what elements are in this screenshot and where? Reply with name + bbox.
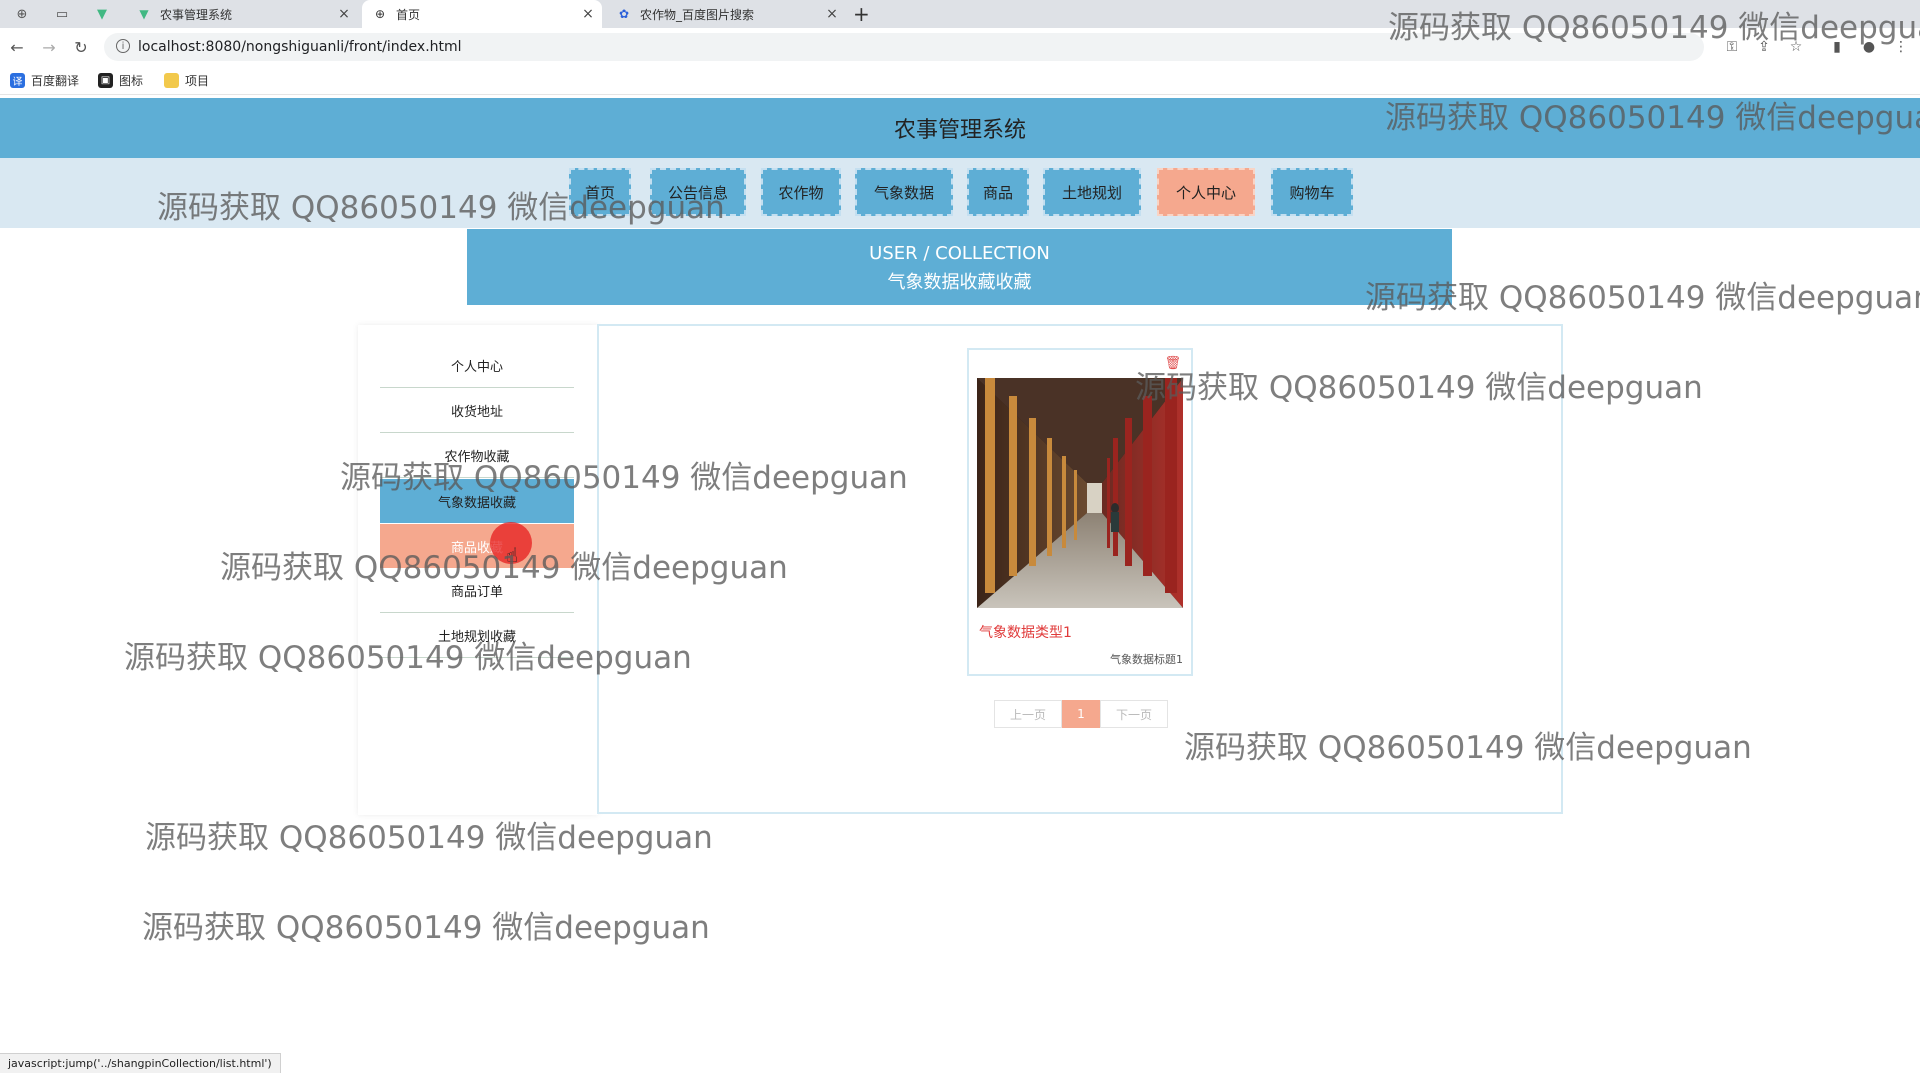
site-title: 农事管理系统 xyxy=(893,118,1026,143)
user-sidebar: 个人中心 收货地址 农作物收藏 气象数据收藏 商品收藏 商品订单 土地规划收藏 xyxy=(358,325,598,815)
vue-logo-icon: ▼ xyxy=(139,7,149,21)
tab-nongshi-system[interactable]: ▼ 农事管理系统 × xyxy=(126,0,358,28)
tab-home[interactable]: ⊕ 首页 × xyxy=(362,0,602,28)
corridor-photo-art xyxy=(977,378,1183,608)
address-bar-row: ← → ↻ i localhost:8080/nongshiguanli/fro… xyxy=(0,28,1920,66)
site-header: 农事管理系统 xyxy=(0,98,1920,158)
url-text: localhost:8080/nongshiguanli/front/index… xyxy=(138,39,462,55)
sidebar-item-crop-collection[interactable]: 农作物收藏 xyxy=(380,434,574,478)
card-title[interactable]: 气象数据类型1 xyxy=(979,622,1072,642)
menu-dots-icon[interactable]: ⋮ xyxy=(1891,37,1911,57)
link-status-bar: javascript:jump('../shangpinCollection/l… xyxy=(0,1053,281,1073)
nav-goods[interactable]: 商品 xyxy=(967,168,1029,216)
sidebar-item-personal-center[interactable]: 个人中心 xyxy=(380,344,574,388)
bookmark-icons[interactable]: ▣ 图标 xyxy=(98,72,143,89)
tab-baidu-images[interactable]: ✿ 农作物_百度图片搜索 × xyxy=(606,0,846,28)
prev-page-button[interactable]: 上一页 xyxy=(994,700,1062,728)
baidu-paw-icon: ✿ xyxy=(618,7,630,21)
forward-arrow-icon[interactable]: → xyxy=(38,36,60,58)
trash-icon[interactable]: 🗑 xyxy=(1164,356,1181,371)
close-icon[interactable]: × xyxy=(824,6,840,22)
url-field[interactable]: i localhost:8080/nongshiguanli/front/ind… xyxy=(104,33,1704,61)
key-icon[interactable]: ⚿ xyxy=(1722,37,1742,57)
sidebar-item-weather-collection[interactable]: 气象数据收藏 xyxy=(380,479,574,523)
next-page-button[interactable]: 下一页 xyxy=(1100,700,1168,728)
globe-icon[interactable]: ⊕ xyxy=(12,4,32,24)
page-banner: USER / COLLECTION 气象数据收藏收藏 xyxy=(467,229,1452,305)
close-icon[interactable]: × xyxy=(336,6,352,22)
nav-land-planning[interactable]: 土地规划 xyxy=(1043,168,1141,216)
image-icon: ▣ xyxy=(98,73,113,88)
pagination: 上一页 1 下一页 xyxy=(994,700,1168,728)
close-icon[interactable]: × xyxy=(580,6,596,22)
nav-crops[interactable]: 农作物 xyxy=(761,168,841,216)
nav-personal-center[interactable]: 个人中心 xyxy=(1157,168,1255,216)
banner-en-title: USER / COLLECTION xyxy=(869,243,1050,264)
sidebar-item-goods-collection[interactable]: 商品收藏 xyxy=(380,524,574,568)
sidebar-panel-icon[interactable]: ▮ xyxy=(1827,37,1847,57)
watermark: 源码获取 QQ86050149 微信deepguan xyxy=(145,820,713,856)
corridor-photo[interactable] xyxy=(977,378,1183,608)
vue-logo-icon[interactable]: ▼ xyxy=(92,4,112,24)
sidebar-item-address[interactable]: 收货地址 xyxy=(380,389,574,433)
main-nav: 首页 公告信息 农作物 气象数据 商品 土地规划 个人中心 购物车 xyxy=(0,158,1920,228)
new-tab-button[interactable]: + xyxy=(853,2,870,26)
profile-icon[interactable]: ● xyxy=(1859,37,1879,57)
translate-icon: 译 xyxy=(10,73,25,88)
nav-weather-data[interactable]: 气象数据 xyxy=(855,168,953,216)
sidebar-item-land-collection[interactable]: 土地规划收藏 xyxy=(380,614,574,658)
nav-announcements[interactable]: 公告信息 xyxy=(650,168,746,216)
site-info-icon[interactable]: i xyxy=(116,39,130,53)
current-page[interactable]: 1 xyxy=(1062,700,1100,728)
bookmark-project[interactable]: 项目 xyxy=(164,72,209,89)
globe-icon: ⊕ xyxy=(374,7,386,21)
folder-icon xyxy=(164,73,179,88)
bookmarks-bar: 译 百度翻译 ▣ 图标 项目 xyxy=(0,66,1920,95)
back-arrow-icon[interactable]: ← xyxy=(6,36,28,58)
reload-icon[interactable]: ↻ xyxy=(70,36,92,58)
collection-card[interactable]: 🗑 气象数据类型1 气象数据标题1 xyxy=(967,348,1193,676)
share-icon[interactable]: ⇪ xyxy=(1754,37,1774,57)
card-subtitle: 气象数据标题1 xyxy=(1110,653,1183,666)
star-icon[interactable]: ☆ xyxy=(1786,37,1806,57)
hand-cursor-icon: ☝ xyxy=(506,543,519,567)
watermark: 源码获取 QQ86050149 微信deepguan xyxy=(142,910,710,946)
blank-tab-icon[interactable]: ▭ xyxy=(52,4,72,24)
banner-zh-title: 气象数据收藏收藏 xyxy=(887,272,1032,293)
bookmark-baidu-translate[interactable]: 译 百度翻译 xyxy=(10,72,79,89)
nav-cart[interactable]: 购物车 xyxy=(1271,168,1353,216)
browser-tab-bar: ⊕ ▭ ▼ ▼ 农事管理系统 × ⊕ 首页 × ✿ 农作物_百度图片搜索 × + xyxy=(0,0,1920,28)
sidebar-item-goods-orders[interactable]: 商品订单 xyxy=(380,569,574,613)
nav-home[interactable]: 首页 xyxy=(569,168,631,216)
